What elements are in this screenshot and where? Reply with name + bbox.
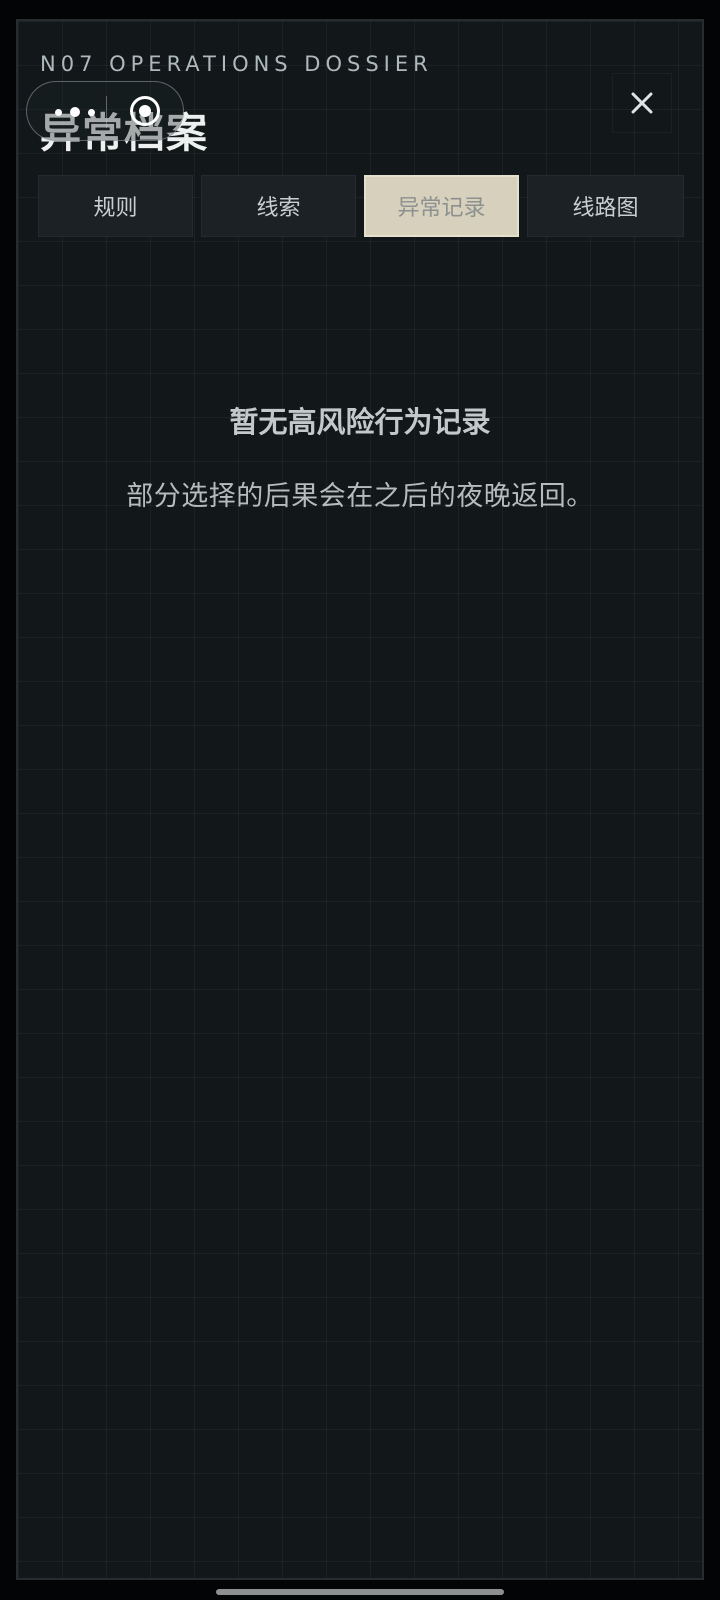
more-dots-icon[interactable] (55, 104, 95, 120)
tab-bar: 规则 线索 异常记录 线路图 (38, 175, 684, 237)
close-icon (631, 92, 653, 114)
empty-state-title: 暂无高风险行为记录 (229, 405, 491, 439)
empty-state-description: 部分选择的后果会在之后的夜晚返回。 (126, 481, 594, 512)
close-button[interactable] (612, 73, 672, 133)
tab-rules[interactable]: 规则 (38, 175, 193, 237)
dossier-panel: N07 OPERATIONS DOSSIER 异常档案 规则 线索 异常记录 线… (16, 19, 704, 1580)
home-indicator[interactable] (216, 1589, 504, 1595)
screen: N07 OPERATIONS DOSSIER 异常档案 规则 线索 异常记录 线… (0, 0, 720, 1600)
dossier-kicker: N07 OPERATIONS DOSSIER (40, 52, 433, 76)
target-icon[interactable] (130, 96, 160, 126)
tab-clues[interactable]: 线索 (201, 175, 356, 237)
tab-anomaly-records[interactable]: 异常记录 (364, 175, 519, 237)
mini-program-capsule (26, 81, 184, 141)
capsule-divider (106, 96, 107, 128)
tab-route-map[interactable]: 线路图 (527, 175, 684, 237)
